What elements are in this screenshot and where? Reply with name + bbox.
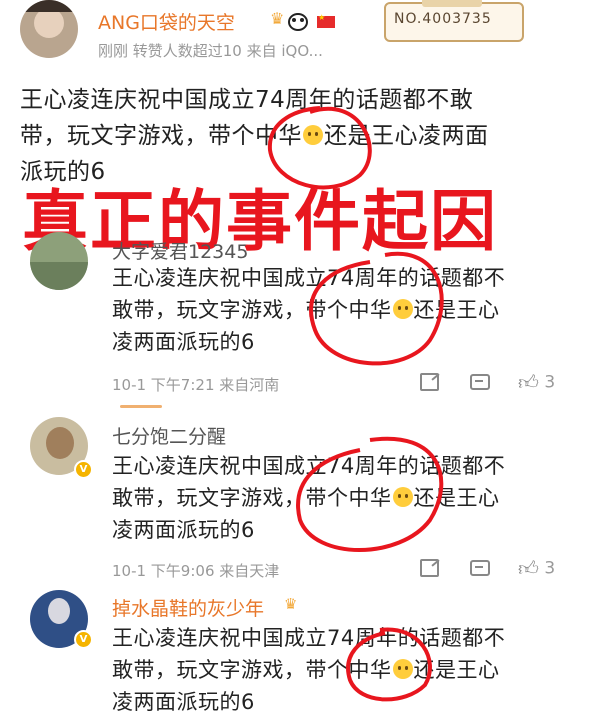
like-button[interactable]: 👍︎ 3 xyxy=(518,556,555,581)
emoji-icon xyxy=(392,487,413,507)
post-username[interactable]: ANG口袋的天空 xyxy=(98,8,235,35)
post-meta: 刚刚 转赞人数超过10 来自 iQO... xyxy=(98,42,323,60)
comment-text: 王心凌连庆祝中国成立74周年的话题都不 敢带，玩文字游戏，带个中华 还是王心 凌两… xyxy=(112,450,582,546)
like-count: 3 xyxy=(544,558,556,579)
share-button[interactable] xyxy=(420,372,439,392)
overlay-caption: 真正的事件起因 xyxy=(22,183,498,260)
comment-line2: 敢带，玩文字游戏，带个中华 还是王心 xyxy=(112,658,500,682)
comment-username[interactable]: 大字爱君12345 xyxy=(112,237,248,264)
badge-number: NO.4003735 xyxy=(394,11,492,27)
comment-meta: 10-1 下午7:21 来自河南 xyxy=(112,376,280,394)
emoji-icon xyxy=(392,299,413,319)
like-button[interactable]: 👍︎ 3 xyxy=(518,370,555,395)
china-flag-icon xyxy=(317,13,336,28)
comment-icon xyxy=(470,560,490,576)
post-avatar[interactable] xyxy=(20,0,78,58)
comment-text: 王心凌连庆祝中国成立74周年的话题都不 敢带，玩文字游戏，带个中华 还是王心 凌两… xyxy=(112,622,582,718)
comment-line3: 凌两面派玩的6 xyxy=(112,518,255,542)
like-count: 3 xyxy=(544,372,556,393)
like-icon: 👍︎ xyxy=(518,370,539,394)
share-button[interactable] xyxy=(420,558,439,578)
emoji-icon xyxy=(303,125,323,145)
comment-line2: 敢带，玩文字游戏，带个中华 还是王心 xyxy=(112,298,500,322)
comment-username[interactable]: 掉水晶鞋的灰少年 xyxy=(112,594,264,621)
emoji-icon xyxy=(392,659,413,679)
panda-icon xyxy=(288,12,308,31)
comment-line3: 凌两面派玩的6 xyxy=(112,330,255,354)
comment-line1: 王心凌连庆祝中国成立74周年的话题都不 xyxy=(112,626,506,650)
divider xyxy=(120,405,162,408)
comment-line3: 凌两面派玩的6 xyxy=(112,690,255,714)
crown-icon: ♛ xyxy=(284,595,298,613)
comment-username[interactable]: 七分饱二分醒 xyxy=(112,422,226,449)
comment-meta: 10-1 下午9:06 来自天津 xyxy=(112,562,280,580)
share-icon xyxy=(420,559,439,577)
post-text-line2: 带，玩文字游戏，带个中华 还是王心凌两面 xyxy=(20,123,489,149)
comment-avatar[interactable] xyxy=(30,232,88,290)
fan-badge: NO.4003735 xyxy=(384,0,524,42)
badges xyxy=(285,11,336,31)
verified-badge-icon: V xyxy=(74,630,93,649)
comment-line2: 敢带，玩文字游戏，带个中华 还是王心 xyxy=(112,486,500,510)
comment-text: 王心凌连庆祝中国成立74周年的话题都不 敢带，玩文字游戏，带个中华 还是王心 凌两… xyxy=(112,262,582,358)
crown-icon: ♛ xyxy=(270,9,285,28)
share-icon xyxy=(420,373,439,391)
post-text-line1: 王心凌连庆祝中国成立74周年的话题都不敢 xyxy=(20,87,474,113)
comment-button[interactable] xyxy=(470,558,490,578)
verified-badge-icon: V xyxy=(74,460,93,479)
comment-line1: 王心凌连庆祝中国成立74周年的话题都不 xyxy=(112,266,506,290)
comment-button[interactable] xyxy=(470,372,490,392)
comment-line1: 王心凌连庆祝中国成立74周年的话题都不 xyxy=(112,454,506,478)
comment-icon xyxy=(470,374,490,390)
like-icon: 👍︎ xyxy=(518,556,539,580)
